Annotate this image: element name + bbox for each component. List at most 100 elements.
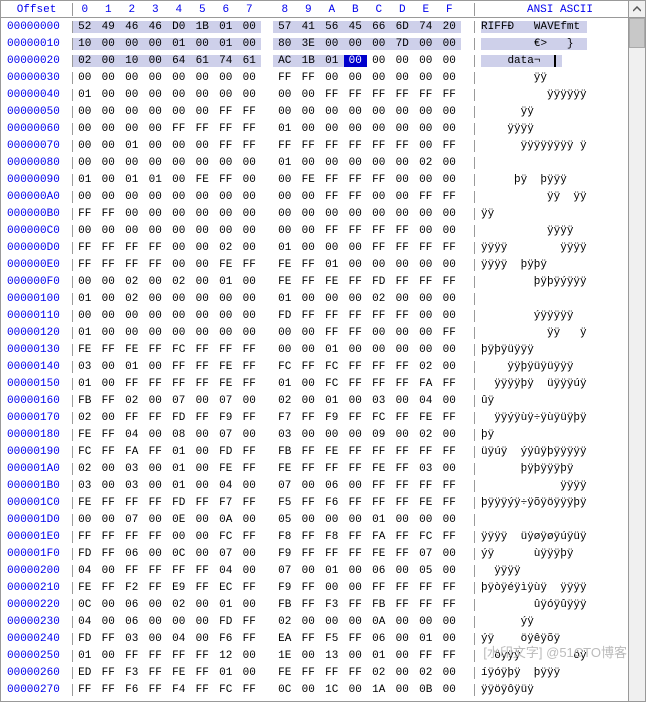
hex-byte[interactable]: FD: [167, 412, 191, 424]
hex-byte[interactable]: FF: [97, 582, 121, 594]
hex-byte[interactable]: 00: [297, 123, 321, 135]
hex-byte[interactable]: 03: [273, 429, 297, 441]
hex-byte[interactable]: 3E: [297, 38, 321, 50]
hex-byte[interactable]: FF: [120, 412, 144, 424]
hex-byte[interactable]: FF: [320, 310, 344, 322]
hex-byte[interactable]: 00: [438, 548, 462, 560]
hex-byte[interactable]: 00: [97, 72, 121, 84]
hex-byte[interactable]: FB: [273, 599, 297, 611]
hex-byte[interactable]: 6D: [391, 21, 415, 33]
hex-byte[interactable]: FF: [73, 208, 97, 220]
hex-byte[interactable]: FF: [97, 548, 121, 560]
ascii-cell[interactable]: ÿÿ ÿÿ: [475, 191, 628, 203]
hex-byte[interactable]: FF: [438, 89, 462, 101]
hex-col-header-7[interactable]: 7: [238, 4, 262, 16]
hex-col-header-0[interactable]: 0: [73, 4, 97, 16]
hex-byte[interactable]: FF: [344, 174, 368, 186]
hex-byte[interactable]: FE: [414, 497, 438, 509]
hex-byte[interactable]: 02: [167, 276, 191, 288]
hex-byte[interactable]: 01: [214, 21, 238, 33]
hex-byte[interactable]: FF: [391, 412, 415, 424]
hex-byte[interactable]: FF: [73, 259, 97, 271]
ascii-cell[interactable]: ýÿÿÿÿÿ: [475, 310, 628, 322]
hex-byte[interactable]: FF: [367, 174, 391, 186]
hex-byte[interactable]: 06: [120, 616, 144, 628]
hex-byte[interactable]: D0: [167, 21, 191, 33]
hex-byte[interactable]: 00: [320, 242, 344, 254]
hex-byte[interactable]: 00: [438, 123, 462, 135]
offset-header[interactable]: Offset: [1, 3, 73, 16]
hex-byte[interactable]: FF: [391, 310, 415, 322]
hex-byte[interactable]: 00: [273, 174, 297, 186]
hex-byte[interactable]: 01: [214, 38, 238, 50]
hex-byte[interactable]: 00: [144, 208, 168, 220]
hex-byte[interactable]: 03: [73, 480, 97, 492]
hex-byte[interactable]: FF: [438, 191, 462, 203]
hex-byte[interactable]: FF: [414, 191, 438, 203]
hex-byte[interactable]: FF: [438, 599, 462, 611]
hex-byte[interactable]: FF: [344, 633, 368, 645]
hex-byte[interactable]: 00: [167, 106, 191, 118]
hex-byte[interactable]: 00: [297, 565, 321, 577]
hex-byte[interactable]: FF: [97, 446, 121, 458]
hex-byte[interactable]: FF: [191, 412, 215, 424]
hex-byte[interactable]: 00: [438, 667, 462, 679]
hex-byte[interactable]: FF: [320, 327, 344, 339]
offset-cell[interactable]: 00000070: [1, 140, 73, 152]
hex-byte[interactable]: 00: [214, 293, 238, 305]
hex-byte[interactable]: FE: [73, 497, 97, 509]
hex-byte[interactable]: FF: [144, 667, 168, 679]
hex-byte[interactable]: FF: [238, 259, 262, 271]
hex-byte[interactable]: FF: [167, 378, 191, 390]
hex-byte[interactable]: 04: [214, 480, 238, 492]
hex-byte[interactable]: 00: [214, 225, 238, 237]
hex-byte[interactable]: FF: [214, 140, 238, 152]
hex-byte[interactable]: 00: [344, 38, 368, 50]
hex-byte[interactable]: FD: [367, 276, 391, 288]
hex-byte[interactable]: FF: [297, 548, 321, 560]
hex-byte[interactable]: F6: [214, 633, 238, 645]
hex-byte[interactable]: 00: [238, 327, 262, 339]
offset-cell[interactable]: 00000080: [1, 157, 73, 169]
hex-byte[interactable]: FF: [297, 497, 321, 509]
hex-byte[interactable]: FC: [73, 446, 97, 458]
hex-byte[interactable]: 01: [320, 55, 344, 67]
ascii-cell[interactable]: RIFFÐ WAVEfmt: [475, 21, 628, 33]
ascii-cell[interactable]: þÿþÿÿÿþÿ: [475, 463, 628, 475]
hex-byte[interactable]: 1A: [367, 684, 391, 696]
hex-byte[interactable]: 02: [214, 242, 238, 254]
hex-byte[interactable]: 01: [414, 633, 438, 645]
ascii-cell[interactable]: þÿ: [475, 429, 628, 441]
hex-byte[interactable]: 00: [344, 72, 368, 84]
hex-byte[interactable]: 00: [191, 327, 215, 339]
hex-byte[interactable]: 00: [167, 174, 191, 186]
hex-byte[interactable]: 00: [367, 157, 391, 169]
hex-byte[interactable]: 01: [214, 276, 238, 288]
offset-cell[interactable]: 00000020: [1, 55, 73, 67]
hex-byte[interactable]: 00: [391, 344, 415, 356]
hex-byte[interactable]: 00: [120, 106, 144, 118]
hex-byte[interactable]: FF: [120, 650, 144, 662]
hex-byte[interactable]: 04: [167, 633, 191, 645]
hex-byte[interactable]: FF: [438, 446, 462, 458]
hex-byte[interactable]: 00: [273, 344, 297, 356]
hex-byte[interactable]: 00: [120, 310, 144, 322]
hex-byte[interactable]: FF: [297, 412, 321, 424]
hex-byte[interactable]: 06: [120, 599, 144, 611]
hex-byte[interactable]: 64: [167, 55, 191, 67]
hex-byte[interactable]: FF: [367, 378, 391, 390]
hex-byte[interactable]: 00: [297, 378, 321, 390]
hex-byte[interactable]: FF: [120, 378, 144, 390]
hex-byte[interactable]: 00: [97, 412, 121, 424]
hex-byte[interactable]: FF: [238, 412, 262, 424]
hex-byte[interactable]: 00: [367, 327, 391, 339]
ascii-cell[interactable]: þÿþÿüÿÿÿ: [475, 344, 628, 356]
hex-byte[interactable]: 00: [238, 514, 262, 526]
hex-byte[interactable]: 00: [120, 89, 144, 101]
hex-byte[interactable]: F3: [120, 667, 144, 679]
offset-cell[interactable]: 00000180: [1, 429, 73, 441]
hex-byte[interactable]: 00: [367, 344, 391, 356]
hex-byte[interactable]: 00: [438, 293, 462, 305]
hex-byte[interactable]: 02: [273, 616, 297, 628]
offset-cell[interactable]: 00000250: [1, 650, 73, 662]
